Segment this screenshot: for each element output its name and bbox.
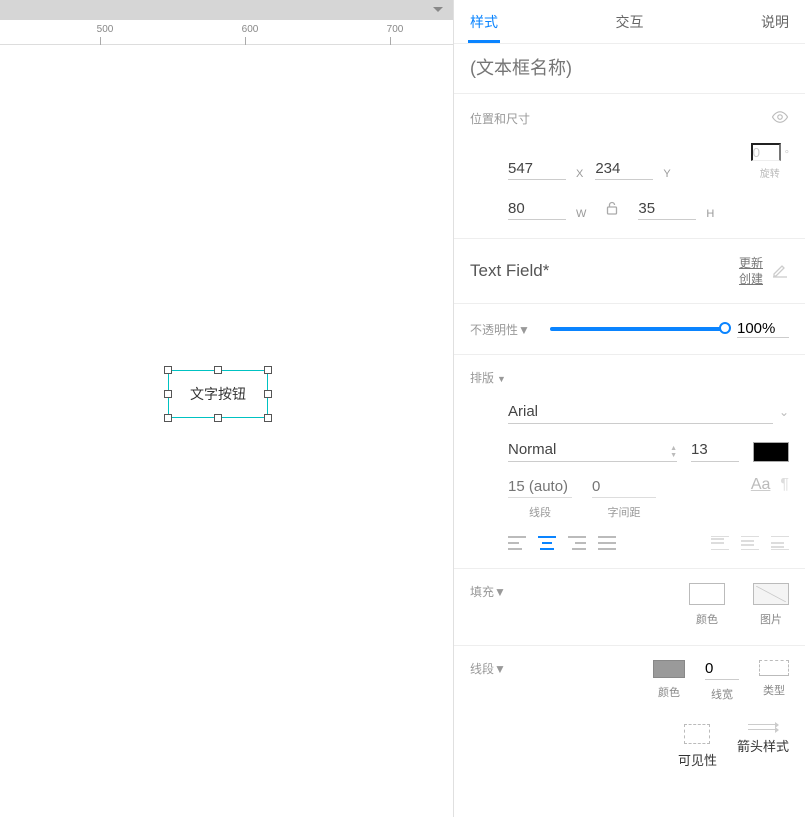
component-row: Text Field* 更新 创建 (454, 239, 805, 304)
line-section: 线段▼ 颜色 线宽 类型 可见性 (454, 646, 805, 787)
opacity-row: 不透明性▼ (454, 304, 805, 355)
slider-thumb[interactable] (719, 322, 731, 334)
section-title-position: 位置和尺寸 (470, 110, 530, 127)
inspector-panel: 样式 交互 说明 位置和尺寸 X Y ° 旋转 W (454, 0, 805, 817)
widget-name-input[interactable] (470, 58, 789, 79)
arrow-style-label: 箭头样式 (737, 736, 789, 755)
component-update-link[interactable]: 更新 (739, 255, 763, 271)
line-height-input[interactable] (508, 476, 572, 498)
text-color-swatch[interactable] (753, 442, 789, 462)
section-title-fill: 填充▼ (470, 583, 506, 600)
ruler-horizontal: 500 600 700 (0, 20, 453, 45)
fill-color-label: 颜色 (696, 611, 718, 627)
text-case-icon[interactable]: Aa (751, 476, 771, 494)
align-center-icon[interactable] (538, 536, 556, 550)
line-color-swatch[interactable] (653, 660, 685, 678)
border-visibility-label: 可见性 (678, 750, 717, 769)
resize-handle-se[interactable] (264, 414, 272, 422)
valign-bottom-icon[interactable] (771, 536, 789, 550)
widget-text: 文字按钮 (190, 384, 246, 404)
canvas-area: 500 600 700 文字按钮 (0, 0, 454, 817)
canvas-topbar (0, 0, 453, 20)
text-format-icon[interactable]: ¶ (780, 476, 789, 494)
line-width-input[interactable] (705, 660, 739, 680)
fill-image-swatch[interactable] (753, 583, 789, 605)
h-label: H (706, 208, 714, 220)
resize-handle-nw[interactable] (164, 366, 172, 374)
lock-aspect-icon[interactable] (606, 201, 618, 218)
fill-section: 填充▼ 颜色 图片 (454, 569, 805, 646)
typography-section: 排版▼ ⌄ ▲▼ 线段 字间距 (454, 355, 805, 569)
x-input[interactable] (508, 158, 566, 180)
tab-interaction[interactable]: 交互 (524, 0, 735, 43)
line-type-swatch[interactable] (759, 660, 789, 676)
canvas[interactable]: 文字按钮 (0, 45, 453, 817)
y-input[interactable] (595, 158, 653, 180)
inspector-tabs: 样式 交互 说明 (454, 0, 805, 44)
width-input[interactable] (508, 198, 566, 220)
align-right-icon[interactable] (568, 536, 586, 550)
align-left-icon[interactable] (508, 536, 526, 550)
valign-top-icon[interactable] (711, 536, 729, 550)
letter-spacing-input[interactable] (592, 476, 656, 498)
weight-stepper[interactable]: ▲▼ (670, 445, 677, 459)
component-create-link[interactable]: 创建 (739, 271, 763, 287)
rotation-label: 旋转 (760, 165, 780, 180)
border-visibility-icon[interactable] (684, 724, 710, 744)
tab-style[interactable]: 样式 (454, 0, 524, 43)
opacity-label: 不透明性▼ (470, 321, 530, 338)
arrow-style-icon[interactable] (748, 724, 778, 730)
resize-handle-w[interactable] (164, 390, 172, 398)
section-title-line: 线段▼ (470, 660, 506, 677)
zoom-dropdown-icon[interactable] (433, 7, 443, 12)
visibility-toggle-icon[interactable] (771, 108, 789, 129)
letter-spacing-label: 字间距 (608, 504, 641, 520)
align-justify-icon[interactable] (598, 536, 616, 550)
selected-widget[interactable]: 文字按钮 (168, 370, 268, 418)
font-weight-input[interactable] (508, 438, 677, 462)
line-color-label: 颜色 (658, 684, 680, 700)
resize-handle-sw[interactable] (164, 414, 172, 422)
edit-icon[interactable] (771, 261, 789, 282)
resize-handle-n[interactable] (214, 366, 222, 374)
height-input[interactable] (638, 198, 696, 220)
ruler-tick-label: 500 (90, 24, 120, 35)
section-title-typography: 排版▼ (470, 369, 506, 386)
y-label: Y (663, 168, 670, 180)
resize-handle-e[interactable] (264, 390, 272, 398)
x-label: X (576, 168, 583, 180)
valign-middle-icon[interactable] (741, 536, 759, 550)
fill-image-label: 图片 (760, 611, 782, 627)
degree-icon: ° (785, 149, 789, 161)
fill-color-swatch[interactable] (689, 583, 725, 605)
line-type-label: 类型 (763, 682, 785, 698)
w-label: W (576, 208, 586, 220)
tab-notes[interactable]: 说明 (735, 0, 805, 43)
chevron-down-icon[interactable]: ⌄ (779, 405, 789, 419)
line-width-label: 线宽 (711, 686, 733, 702)
opacity-slider[interactable] (550, 327, 725, 331)
resize-handle-ne[interactable] (264, 366, 272, 374)
rotation-input[interactable] (751, 143, 781, 161)
font-size-input[interactable] (691, 438, 739, 462)
opacity-input[interactable] (737, 320, 789, 338)
font-family-input[interactable] (508, 400, 773, 424)
ruler-tick-label: 700 (380, 24, 410, 35)
widget-name-box (454, 44, 805, 94)
resize-handle-s[interactable] (214, 414, 222, 422)
position-size-section: 位置和尺寸 X Y ° 旋转 W H (454, 94, 805, 239)
ruler-tick-label: 600 (235, 24, 265, 35)
component-name: Text Field* (470, 261, 549, 281)
line-height-label: 线段 (529, 504, 551, 520)
